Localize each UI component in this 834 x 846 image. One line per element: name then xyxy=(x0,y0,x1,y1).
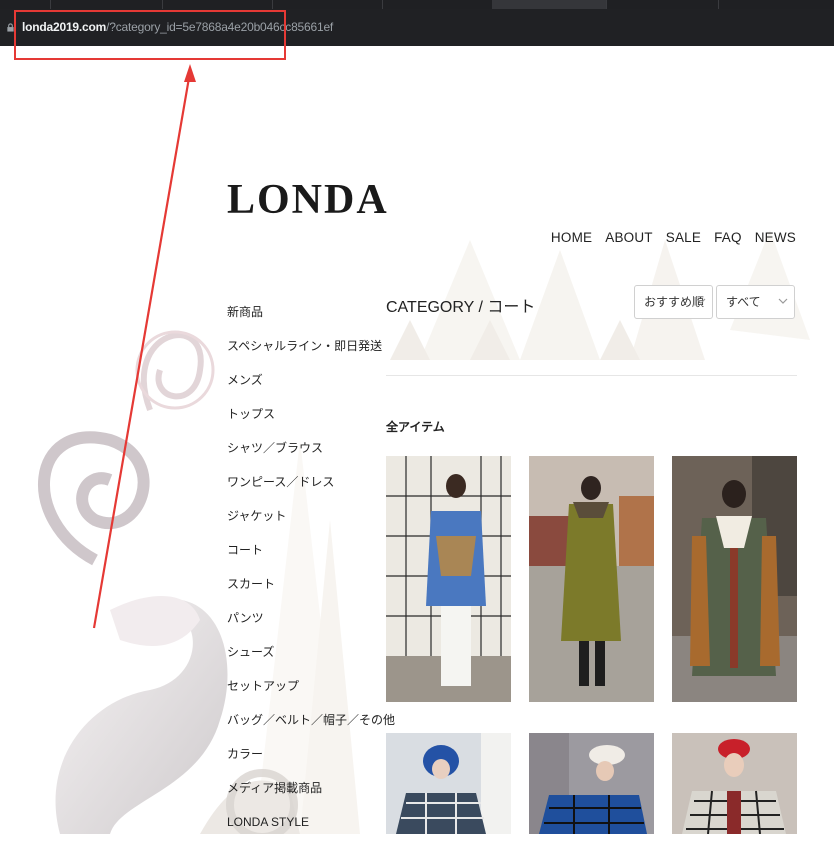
sidebar-item-tops[interactable]: トップス xyxy=(227,404,377,438)
product-image[interactable] xyxy=(672,456,797,702)
browser-tab[interactable] xyxy=(606,0,719,9)
product-image[interactable] xyxy=(386,456,511,702)
section-title: 全アイテム xyxy=(386,420,445,434)
chevron-down-icon xyxy=(778,298,788,304)
browser-tab[interactable] xyxy=(162,0,273,9)
product-card[interactable] xyxy=(672,456,797,702)
sidebar-item-accessories[interactable]: バッグ／ベルト／帽子／その他 xyxy=(227,710,395,744)
browser-tabstrip xyxy=(0,0,834,9)
page-title: CATEGORY / コート xyxy=(386,299,536,316)
url-highlight-annotation xyxy=(14,10,286,60)
sidebar-item-shirts[interactable]: シャツ／ブラウス xyxy=(227,438,377,472)
product-image[interactable] xyxy=(672,733,797,834)
sidebar-item-setup[interactable]: セットアップ xyxy=(227,676,377,710)
sidebar-item-mens[interactable]: メンズ xyxy=(227,370,377,404)
top-navigation: HOME ABOUT SALE FAQ NEWS xyxy=(551,230,796,245)
browser-tab-active[interactable] xyxy=(492,0,607,9)
product-card[interactable] xyxy=(529,456,654,702)
chevron-down-icon xyxy=(696,298,706,304)
browser-tab[interactable] xyxy=(718,0,834,9)
sidebar-item-style[interactable]: LONDA STYLE xyxy=(227,812,377,846)
nav-news[interactable]: NEWS xyxy=(755,230,796,245)
sidebar-item-dresses[interactable]: ワンピース／ドレス xyxy=(227,472,377,506)
sidebar-item-pants[interactable]: パンツ xyxy=(227,608,377,642)
product-image[interactable] xyxy=(386,733,511,834)
category-sidebar: 新商品 スペシャルライン・即日発送 メンズ トップス シャツ／ブラウス ワンピー… xyxy=(227,302,395,846)
sidebar-item-jackets[interactable]: ジャケット xyxy=(227,506,377,540)
product-card[interactable] xyxy=(386,733,511,834)
nav-home[interactable]: HOME xyxy=(551,230,592,245)
sidebar-item-color[interactable]: カラー xyxy=(227,744,377,778)
browser-tab[interactable] xyxy=(272,0,383,9)
sort-select[interactable]: おすすめ順 xyxy=(634,285,713,319)
browser-tab[interactable] xyxy=(0,0,51,9)
sidebar-item-new[interactable]: 新商品 xyxy=(227,302,377,336)
browser-tab[interactable] xyxy=(50,0,163,9)
site-logo[interactable]: LONDA xyxy=(227,176,389,224)
browser-tab[interactable] xyxy=(382,0,493,9)
nav-about[interactable]: ABOUT xyxy=(605,230,653,245)
nav-sale[interactable]: SALE xyxy=(666,230,701,245)
sidebar-item-special-line[interactable]: スペシャルライン・即日発送 xyxy=(227,336,382,370)
product-image[interactable] xyxy=(529,733,654,834)
product-image[interactable] xyxy=(529,456,654,702)
filter-select[interactable]: すべて xyxy=(716,285,795,319)
sidebar-item-skirts[interactable]: スカート xyxy=(227,574,377,608)
product-card[interactable] xyxy=(386,456,511,702)
background-artwork xyxy=(38,64,810,834)
product-card[interactable] xyxy=(672,733,797,834)
sidebar-item-media[interactable]: メディア掲載商品 xyxy=(227,778,377,812)
divider xyxy=(386,375,797,376)
sidebar-item-shoes[interactable]: シューズ xyxy=(227,642,377,676)
nav-faq[interactable]: FAQ xyxy=(714,230,742,245)
sidebar-item-coats[interactable]: コート xyxy=(227,540,377,574)
filter-select-value: すべて xyxy=(726,295,761,309)
product-card[interactable] xyxy=(529,733,654,834)
